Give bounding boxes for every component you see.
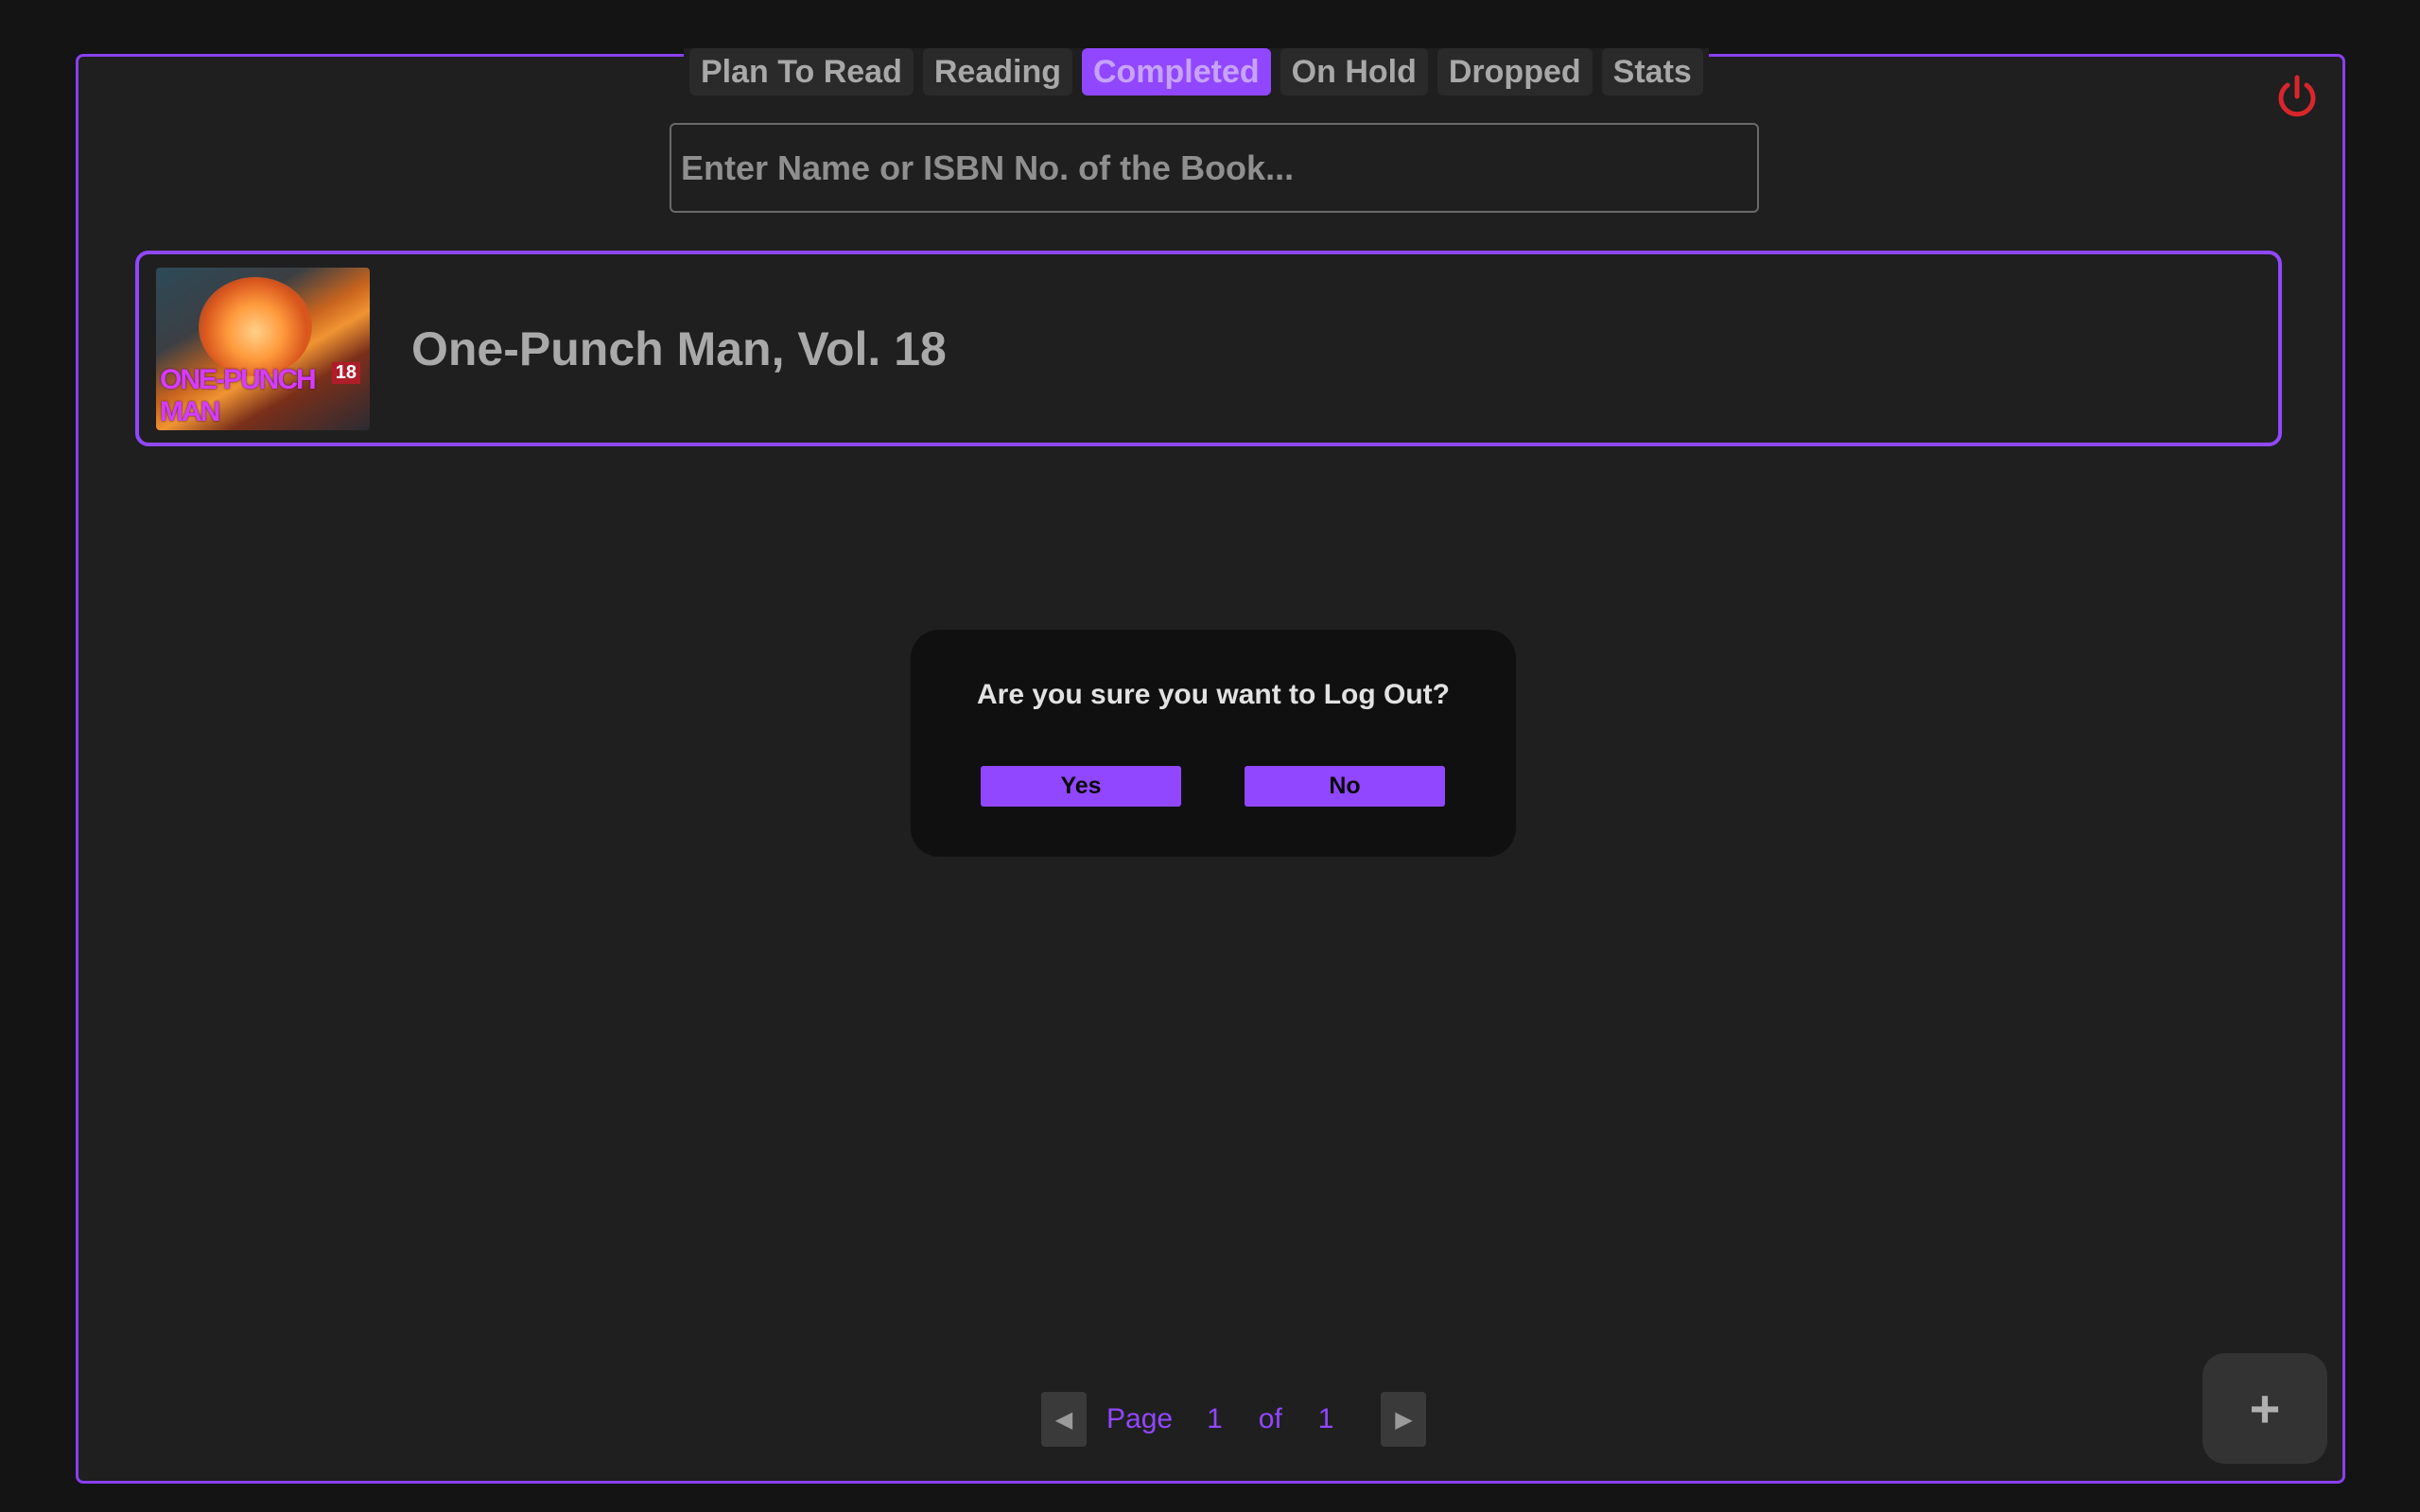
add-book-button[interactable]: + [2202, 1353, 2327, 1464]
dialog-message: Are you sure you want to Log Out? [976, 679, 1450, 710]
total-pages: 1 [1317, 1403, 1334, 1434]
prev-page-button[interactable]: ◀ [1041, 1392, 1087, 1447]
logout-button[interactable] [2272, 72, 2322, 121]
chevron-right-icon: ▶ [1395, 1406, 1413, 1433]
current-page: 1 [1207, 1403, 1223, 1434]
logout-confirm-dialog: Are you sure you want to Log Out? Yes No [911, 630, 1516, 857]
power-icon [2278, 75, 2316, 117]
book-cover-image: 18 ONE-PUNCH MAN [156, 267, 370, 430]
tab-stats[interactable]: Stats [1601, 48, 1703, 96]
confirm-no-button[interactable]: No [1245, 766, 1445, 807]
tab-plan-to-read[interactable]: Plan To Read [689, 48, 914, 96]
book-card[interactable]: 18 ONE-PUNCH MAN One-Punch Man, Vol. 18 [135, 251, 2282, 446]
chevron-left-icon: ◀ [1054, 1406, 1073, 1433]
search-input[interactable] [670, 123, 1759, 213]
tab-dropped[interactable]: Dropped [1436, 48, 1593, 96]
cover-logo: ONE-PUNCH MAN [160, 363, 317, 427]
next-page-button[interactable]: ▶ [1381, 1392, 1427, 1447]
tab-on-hold[interactable]: On Hold [1280, 48, 1428, 96]
cover-art [199, 276, 312, 376]
of-label: of [1258, 1403, 1282, 1434]
tab-reading[interactable]: Reading [922, 48, 1072, 96]
tab-completed[interactable]: Completed [1081, 48, 1271, 96]
confirm-yes-button[interactable]: Yes [981, 766, 1181, 807]
tab-bar: Plan To Read Reading Completed On Hold D… [684, 48, 1709, 96]
book-title: One-Punch Man, Vol. 18 [411, 322, 947, 375]
pagination: ◀ Page 1 of 1 ▶ [1041, 1392, 1427, 1447]
plus-icon: + [2249, 1379, 2281, 1438]
page-label: Page [1106, 1403, 1174, 1434]
app-frame: Plan To Read Reading Completed On Hold D… [76, 48, 2345, 1484]
